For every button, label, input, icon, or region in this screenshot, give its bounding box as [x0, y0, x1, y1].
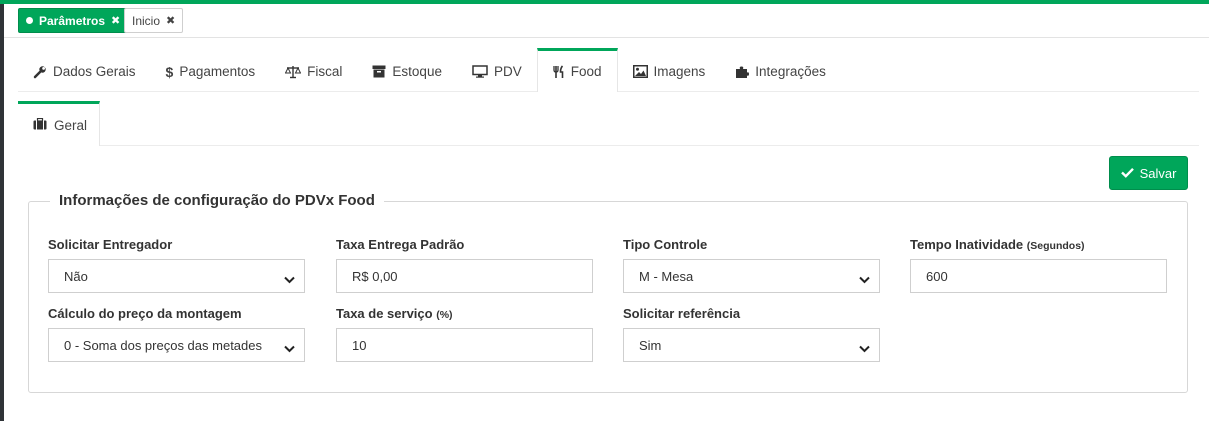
page-chip-parametros[interactable]: Parâmetros ✖ — [18, 8, 129, 33]
tab-imagens[interactable]: Imagens — [618, 48, 721, 92]
config-fieldset — [28, 201, 1188, 393]
label-hint: (%) — [436, 309, 453, 321]
chevron-down-icon — [859, 341, 870, 356]
tab-estoque[interactable]: Estoque — [357, 48, 457, 92]
tab-food[interactable]: Food — [536, 48, 618, 92]
calculo-preco-select[interactable]: 0 - Soma dos preços das metades — [48, 328, 305, 362]
select-value: Não — [64, 268, 88, 284]
tab-fiscal[interactable]: Fiscal — [270, 48, 357, 92]
chevron-down-icon — [859, 272, 870, 287]
briefcase-icon — [33, 117, 47, 133]
archive-icon — [372, 65, 386, 78]
tab-pagamentos[interactable]: $ Pagamentos — [151, 48, 271, 92]
chevron-down-icon — [284, 341, 295, 356]
solicitar-referencia-label: Solicitar referência — [623, 306, 741, 321]
image-icon — [632, 65, 648, 78]
page-chip-label: Inicio — [132, 13, 161, 28]
label-hint: (Segundos) — [1026, 240, 1085, 252]
open-pages-bar: Parâmetros ✖ Inicio ✖ — [4, 4, 1209, 38]
taxa-entrega-label: Taxa Entrega Padrão — [336, 237, 465, 252]
input-value: R$ 0,00 — [352, 268, 398, 284]
select-value: M - Mesa — [639, 268, 694, 284]
taxa-servico-label: Taxa de serviço (%) — [336, 306, 453, 321]
main-tabs: Dados Gerais $ Pagamentos Fiscal Estoque… — [18, 48, 1199, 92]
tab-label: Pagamentos — [179, 64, 256, 79]
taxa-entrega-input[interactable]: R$ 0,00 — [336, 259, 593, 293]
select-value: Sim — [639, 337, 662, 353]
tab-label: PDV — [493, 64, 522, 79]
close-icon[interactable]: ✖ — [111, 14, 120, 27]
select-value: 0 - Soma dos preços das metades — [64, 337, 262, 353]
tab-label: Dados Gerais — [53, 64, 136, 79]
solicitar-referencia-select[interactable]: Sim — [623, 328, 880, 362]
subtab-label: Geral — [54, 117, 88, 133]
check-icon — [1120, 166, 1134, 181]
tab-pdv[interactable]: PDV — [457, 48, 537, 92]
tempo-inatividade-input[interactable]: 600 — [910, 259, 1167, 293]
page-chip-label: Parâmetros — [39, 13, 106, 28]
tab-label: Imagens — [653, 64, 706, 79]
utensils-icon — [553, 64, 565, 79]
input-value: 600 — [926, 268, 948, 284]
left-sidebar-edge — [0, 0, 4, 421]
section-title: Informações de configuração do PDVx Food — [50, 192, 384, 209]
save-button-label: Salvar — [1139, 165, 1177, 181]
wrench-icon — [33, 65, 47, 79]
active-dot-icon — [26, 17, 33, 24]
solicitar-entregador-label: Solicitar Entregador — [48, 237, 173, 252]
input-value: 10 — [352, 337, 367, 353]
tempo-inatividade-label: Tempo Inatividade (Segundos) — [910, 237, 1085, 252]
tipo-controle-label: Tipo Controle — [623, 237, 708, 252]
subtab-geral[interactable]: Geral — [18, 101, 100, 146]
tab-dados-gerais[interactable]: Dados Gerais — [18, 48, 151, 92]
dollar-icon: $ — [165, 63, 174, 80]
taxa-servico-input[interactable]: 10 — [336, 328, 593, 362]
calculo-preco-label: Cálculo do preço da montagem — [48, 306, 242, 321]
balance-scale-icon — [285, 65, 302, 79]
sub-tabs: Geral — [18, 101, 1199, 146]
save-button[interactable]: Salvar — [1109, 156, 1188, 190]
solicitar-entregador-select[interactable]: Não — [48, 259, 305, 293]
tab-integracoes[interactable]: Integrações — [720, 48, 841, 92]
desktop-icon — [472, 65, 488, 78]
tab-label: Fiscal — [307, 64, 343, 79]
tab-label: Estoque — [392, 64, 442, 79]
puzzle-icon — [735, 65, 750, 79]
tab-label: Integrações — [755, 64, 826, 79]
tab-label: Food — [570, 64, 602, 79]
page-chip-inicio[interactable]: Inicio ✖ — [124, 8, 184, 33]
tipo-controle-select[interactable]: M - Mesa — [623, 259, 880, 293]
close-icon[interactable]: ✖ — [166, 14, 175, 27]
chevron-down-icon — [284, 272, 295, 287]
